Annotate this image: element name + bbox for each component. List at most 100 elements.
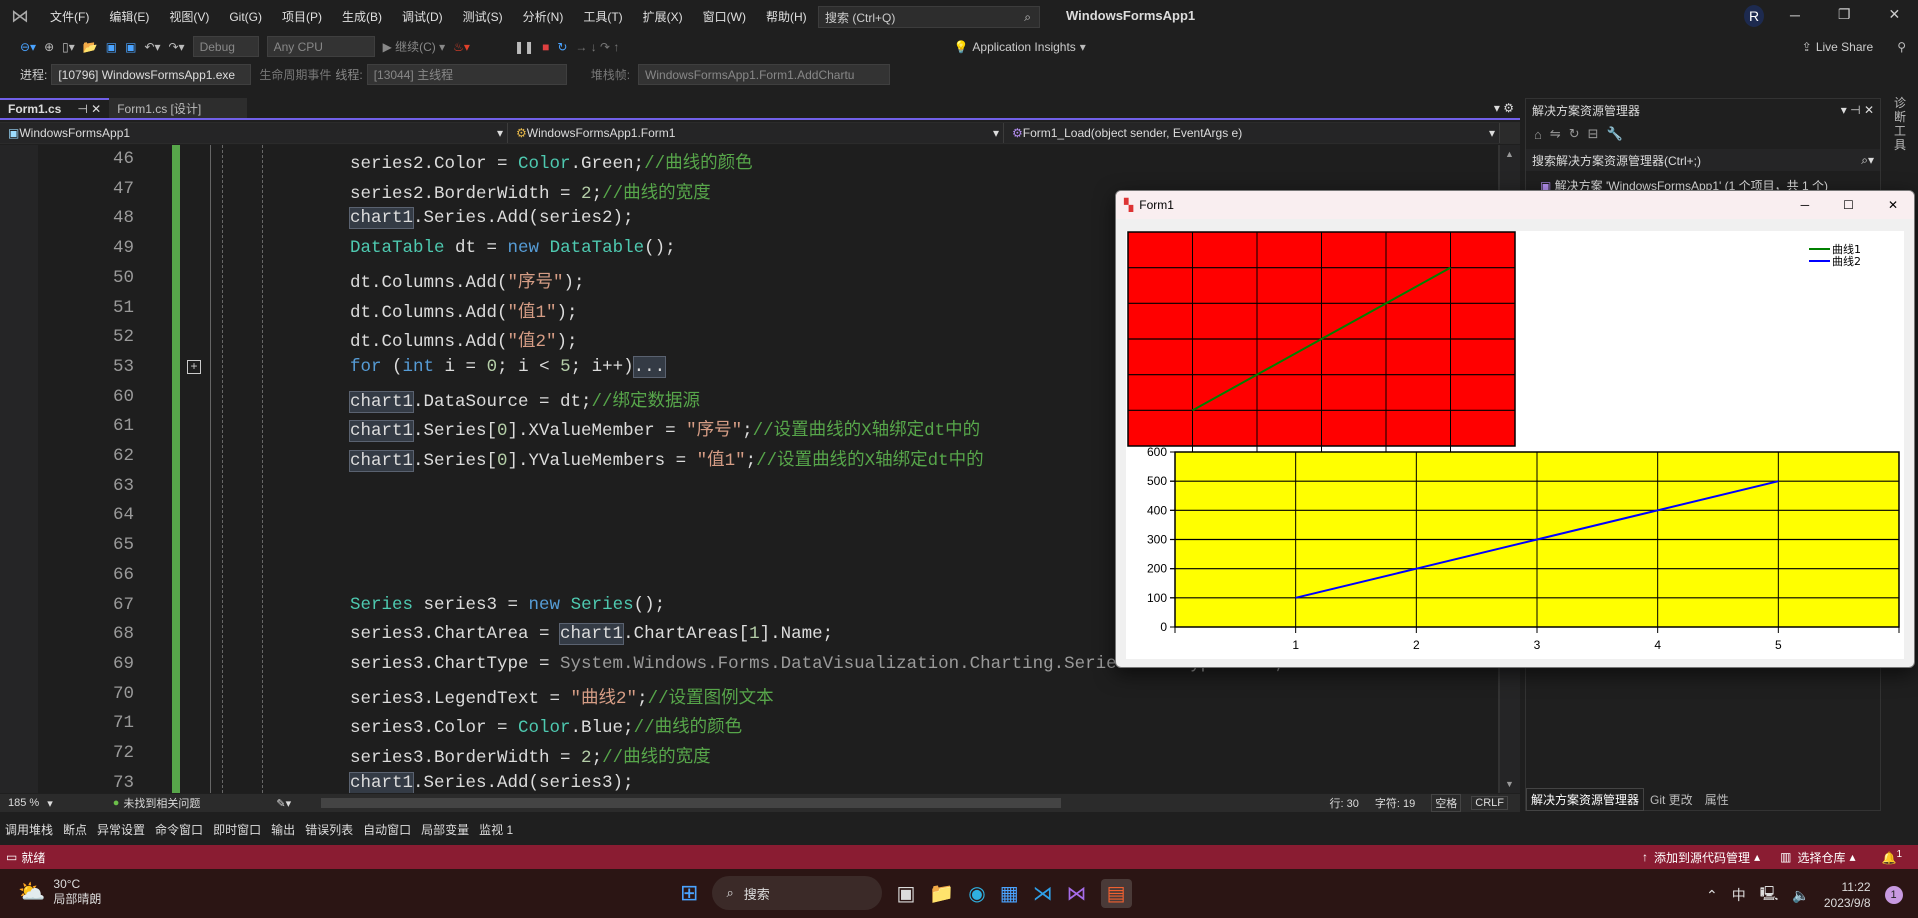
notification-badge[interactable]: 1 xyxy=(1884,886,1903,904)
member-select[interactable]: ⚙ Form1_Load(object sender, EventArgs e)… xyxy=(1004,123,1500,143)
taskbar-search[interactable]: ⌕ 搜索 xyxy=(712,876,883,910)
close-button[interactable]: ✕ xyxy=(1888,6,1900,23)
new-project-icon[interactable]: ▯▾ xyxy=(62,40,75,54)
collapse-icon[interactable]: ⊟ xyxy=(1588,126,1599,142)
solution-search-input[interactable]: 搜索解决方案资源管理器(Ctrl+;) ⌕▾ xyxy=(1526,149,1880,171)
maximize-button[interactable]: ❐ xyxy=(1838,6,1851,23)
menu-item[interactable]: 帮助(H) xyxy=(756,8,817,25)
menu-item[interactable]: 分析(N) xyxy=(513,8,574,25)
menu-item[interactable]: 工具(T) xyxy=(573,8,632,25)
task-view-icon[interactable]: ▣ xyxy=(896,881,915,906)
tab-settings-icon[interactable]: ▾ ⚙ xyxy=(1494,101,1514,115)
pin-close-icons[interactable]: ▾ ⊣ ✕ xyxy=(1841,103,1874,117)
stop-icon[interactable]: ■ xyxy=(542,40,549,54)
bottom-tab[interactable]: 错误列表 xyxy=(305,821,353,838)
feedback-icon[interactable]: ⚲ xyxy=(1897,40,1906,54)
config-select[interactable]: Debug xyxy=(192,36,259,57)
vscode-icon[interactable]: ⋊ xyxy=(1033,881,1053,906)
tab-solution-explorer[interactable]: 解决方案资源管理器 xyxy=(1526,787,1645,811)
bottom-tab[interactable]: 局部变量 xyxy=(421,821,469,838)
tab-form1-cs[interactable]: Form1.cs ⊣ ✕ xyxy=(0,98,110,118)
code-line[interactable]: chart1.Series.Add(series3); xyxy=(348,771,634,793)
menu-item[interactable]: 视图(V) xyxy=(159,8,219,25)
visual-studio-icon[interactable]: ⋈ xyxy=(1067,881,1087,906)
issues-indicator[interactable]: 未找到相关问题 xyxy=(123,795,200,811)
pin-icon[interactable]: ⊣ ✕ xyxy=(77,102,101,116)
bottom-tab[interactable]: 命令窗口 xyxy=(155,821,203,838)
code-line[interactable]: chart1.Series[0].YValueMembers = "值1";//… xyxy=(348,446,984,472)
bottom-tab[interactable]: 异常设置 xyxy=(97,821,145,838)
minimize-button[interactable]: ─ xyxy=(1790,7,1800,23)
redo-icon[interactable]: ↷▾ xyxy=(169,40,185,54)
code-line[interactable]: dt.Columns.Add("值2"); xyxy=(350,327,578,352)
search-input[interactable]: 搜索 (Ctrl+Q) ⌕ xyxy=(818,6,1040,28)
select-repo-button[interactable]: 选择仓库 xyxy=(1797,849,1845,866)
menu-item[interactable]: 窗口(W) xyxy=(693,8,756,25)
bottom-tab[interactable]: 断点 xyxy=(63,821,87,838)
forward-icon[interactable]: ⊕ xyxy=(44,40,54,54)
notification-bell-icon[interactable]: 🔔1 xyxy=(1881,849,1902,865)
avatar[interactable]: R xyxy=(1744,5,1764,27)
save-all-icon[interactable]: ▣ xyxy=(125,40,136,54)
code-line[interactable]: series2.Color = Color.Green;//曲线的颜色 xyxy=(350,149,753,174)
code-line[interactable]: series2.BorderWidth = 2;//曲线的宽度 xyxy=(350,179,711,204)
start-icon[interactable]: ⊞ xyxy=(680,880,698,906)
tab-git-changes[interactable]: Git 更改 xyxy=(1644,789,1699,810)
menu-item[interactable]: 编辑(E) xyxy=(99,8,159,25)
process-select[interactable]: [10796] WindowsFormsApp1.exe xyxy=(51,64,252,85)
application-insights-button[interactable]: Application Insights xyxy=(972,40,1075,54)
code-line[interactable]: chart1.DataSource = dt;//绑定数据源 xyxy=(348,387,700,413)
hot-reload-icon[interactable]: ♨▾ xyxy=(453,40,470,54)
network-icon[interactable]: 🖳 xyxy=(1760,883,1779,907)
project-select[interactable]: ▣ WindowsFormsApp1 ▾ xyxy=(0,123,508,143)
pause-icon[interactable]: ❚❚ xyxy=(514,40,534,54)
code-line[interactable]: series3.LegendText = "曲线2";//设置图例文本 xyxy=(350,684,774,709)
bottom-tab[interactable]: 调用堆栈 xyxy=(5,821,53,838)
code-line[interactable]: series3.ChartArea = chart1.ChartAreas[1]… xyxy=(350,623,833,646)
code-line[interactable]: Series series3 = new Series(); xyxy=(350,595,665,615)
code-line[interactable]: DataTable dt = new DataTable(); xyxy=(350,238,676,258)
form-app-icon[interactable]: ▤ xyxy=(1100,878,1132,908)
menu-item[interactable]: Git(G) xyxy=(219,10,272,24)
edge-icon[interactable]: ◉ xyxy=(968,881,985,906)
bottom-tab[interactable]: 即时窗口 xyxy=(213,821,261,838)
step-icons[interactable]: → ↓ ↷ ↑ xyxy=(575,40,619,54)
restart-icon[interactable]: ↻ xyxy=(557,40,567,54)
code-line[interactable]: dt.Columns.Add("值1"); xyxy=(350,298,578,323)
cleanup-icon[interactable]: ✎▾ xyxy=(276,797,291,810)
menu-item[interactable]: 项目(P) xyxy=(272,8,332,25)
bottom-tab[interactable]: 自动窗口 xyxy=(363,821,411,838)
open-icon[interactable]: 📂 xyxy=(83,40,98,54)
code-line[interactable]: chart1.Series.Add(series2); xyxy=(348,207,634,230)
continue-button[interactable]: ▶ 继续(C) ▾ xyxy=(383,38,446,55)
bottom-tab[interactable]: 输出 xyxy=(271,821,295,838)
clock[interactable]: 11:22 2023/9/8 xyxy=(1824,879,1871,911)
diagnostics-tools-tab[interactable]: 诊断工具 xyxy=(1894,96,1908,152)
wrench-icon[interactable]: 🔧 xyxy=(1607,126,1623,142)
thread-select[interactable]: [13044] 主线程 xyxy=(366,64,567,85)
code-line[interactable]: dt.Columns.Add("序号"); xyxy=(350,268,585,293)
menu-item[interactable]: 调试(D) xyxy=(392,8,453,25)
zoom-select[interactable]: 185 % xyxy=(8,797,39,809)
menu-item[interactable]: 生成(B) xyxy=(332,8,392,25)
back-icon[interactable]: ⊖▾ xyxy=(20,40,36,54)
store-icon[interactable]: ▦ xyxy=(1000,881,1019,906)
form-maximize-button[interactable]: ☐ xyxy=(1843,198,1854,212)
code-line[interactable]: series3.Color = Color.Blue;//曲线的颜色 xyxy=(350,713,742,738)
bottom-tab[interactable]: 监视 1 xyxy=(479,821,513,838)
class-select[interactable]: ⚙ WindowsFormsApp1.Form1 ▾ xyxy=(508,123,1004,143)
platform-select[interactable]: Any CPU xyxy=(266,36,375,57)
add-source-control-button[interactable]: 添加到源代码管理 xyxy=(1654,849,1750,866)
code-line[interactable]: series3.BorderWidth = 2;//曲线的宽度 xyxy=(350,743,711,768)
code-line[interactable]: chart1.Series[0].XValueMember = "序号";//设… xyxy=(348,416,980,443)
stack-frame-select[interactable]: WindowsFormsApp1.Form1.AddChartu xyxy=(638,64,891,85)
home-icon[interactable]: ⌂ xyxy=(1534,127,1542,142)
horizontal-scrollbar[interactable] xyxy=(321,798,1062,808)
tab-properties[interactable]: 属性 xyxy=(1699,789,1735,810)
menu-item[interactable]: 扩展(X) xyxy=(633,8,693,25)
refresh-icon[interactable]: ↻ xyxy=(1569,126,1580,142)
menu-item[interactable]: 测试(S) xyxy=(453,8,513,25)
tray-chevron-icon[interactable]: ⌃ xyxy=(1706,887,1718,904)
undo-icon[interactable]: ↶▾ xyxy=(144,40,160,54)
form-close-button[interactable]: ✕ xyxy=(1888,198,1898,212)
